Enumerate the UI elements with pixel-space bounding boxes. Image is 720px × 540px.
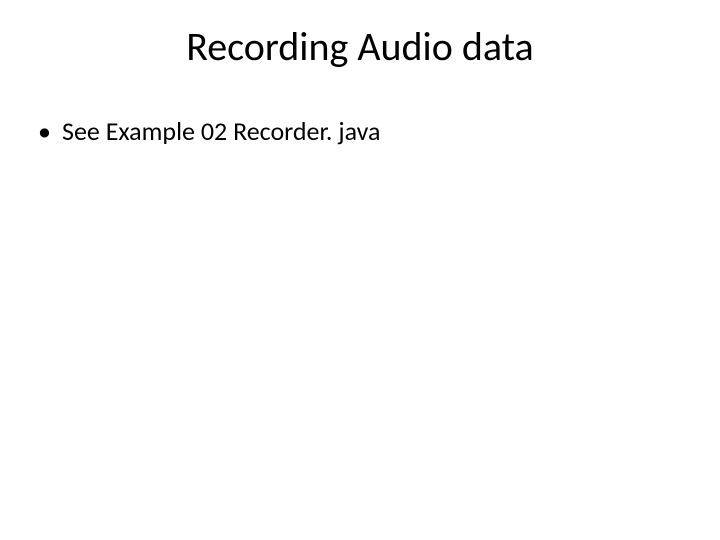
bullet-list: See Example 02 Recorder. java <box>38 115 380 149</box>
list-item: See Example 02 Recorder. java <box>38 115 380 149</box>
slide-title: Recording Audio data <box>0 22 720 71</box>
